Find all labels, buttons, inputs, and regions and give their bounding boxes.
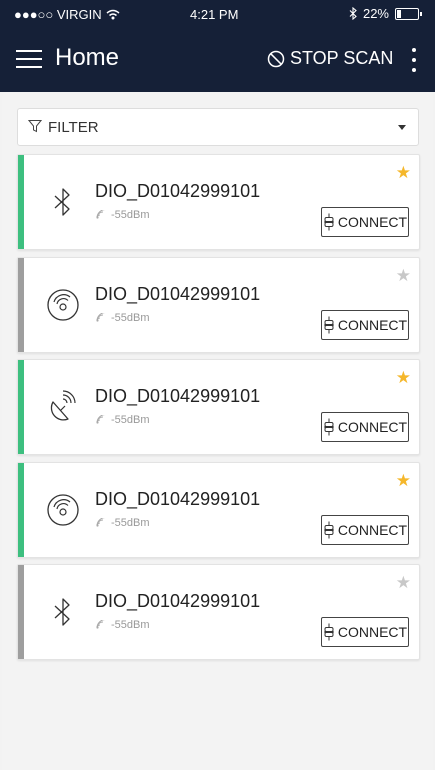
hamburger-icon[interactable] [16, 47, 42, 71]
device-name: DIO_D01042999101 [95, 386, 261, 406]
status-bar: ●●●○○ VIRGIN 4:21 PM 22% [0, 0, 435, 30]
bluetooth-icon [44, 183, 82, 221]
filter-label: FILTER [48, 119, 99, 136]
nav-bar: Home STOP SCAN [0, 36, 435, 86]
connect-button[interactable]: CONNECT [321, 617, 409, 647]
rssi-value: -55dBm [111, 414, 150, 426]
battery-group: 22% [349, 6, 422, 21]
signal-icon [96, 210, 106, 219]
device-card[interactable]: DIO_D01042999101 -55dBm ★ CONNECT [17, 461, 420, 558]
stop-scan-button[interactable]: STOP SCAN [267, 48, 393, 69]
rssi-value: -55dBm [111, 516, 150, 529]
connectable-indicator [18, 565, 24, 659]
device-card[interactable]: DIO_D01042999101 -55dBm ★ CONNECT [17, 564, 420, 660]
device-list-panel: FILTER DIO_D01042999101 -55dBm ★ CONNECT… [2, 92, 433, 770]
rssi-value: -55dBm [111, 619, 150, 631]
chevron-down-icon [398, 125, 406, 130]
block-icon [267, 50, 285, 67]
radio-disc-icon [44, 286, 82, 324]
connectable-indicator [18, 257, 24, 352]
device-name: DIO_D01042999101 [95, 591, 261, 611]
device-name: DIO_D01042999101 [95, 181, 261, 201]
filter-dropdown[interactable]: FILTER [17, 108, 419, 146]
signal-icon [96, 517, 106, 527]
device-card[interactable]: DIO_D01042999101 -55dBm ★ CONNECT [17, 256, 420, 353]
device-card[interactable]: DIO_D01042999101 -55dBm ★ CONNECT [17, 154, 420, 250]
star-icon[interactable]: ★ [396, 164, 411, 181]
star-icon[interactable]: ★ [396, 369, 411, 386]
app-header: ●●●○○ VIRGIN 4:21 PM 22% Home STOP SCAN [0, 0, 435, 92]
rssi-value: -55dBm [111, 209, 150, 221]
connect-button[interactable]: CONNECT [321, 207, 409, 237]
connect-icon [323, 623, 334, 641]
star-icon[interactable]: ★ [396, 574, 411, 591]
device-card[interactable]: DIO_D01042999101 -55dBm ★ CONNECT [17, 359, 420, 455]
battery-icon [395, 7, 422, 20]
connect-icon [323, 213, 334, 231]
radio-disc-icon [44, 491, 82, 529]
connectable-indicator [18, 155, 24, 249]
connect-button[interactable]: CONNECT [321, 309, 409, 340]
rssi-group: -55dBm [95, 312, 150, 324]
stop-scan-label: STOP SCAN [290, 48, 394, 68]
battery-fill [397, 9, 402, 18]
connect-icon [323, 418, 334, 436]
device-name: DIO_D01042999101 [95, 488, 261, 509]
connect-label: CONNECT [337, 624, 408, 640]
rssi-group: -55dBm [95, 517, 150, 529]
page-title: Home [55, 44, 120, 71]
signal-icon [96, 415, 106, 424]
kebab-icon[interactable] [409, 46, 419, 74]
connect-label: CONNECT [337, 316, 408, 333]
rssi-group: -55dBm [95, 209, 150, 221]
wifi-icon [106, 9, 120, 20]
rssi-group: -55dBm [95, 619, 150, 631]
connectable-indicator [18, 360, 24, 454]
signal-icon [96, 312, 106, 322]
bluetooth-status-icon [349, 7, 357, 20]
rssi-value: -55dBm [111, 311, 150, 324]
connect-label: CONNECT [337, 521, 408, 538]
carrier-label: ●●●○○ VIRGIN [14, 7, 102, 22]
connect-icon [323, 316, 334, 333]
satellite-dish-icon [44, 388, 82, 426]
clock: 4:21 PM [190, 7, 239, 22]
signal-icon [96, 620, 106, 629]
connectable-indicator [18, 462, 24, 557]
rssi-group: -55dBm [95, 414, 150, 426]
connect-icon [323, 521, 334, 538]
battery-percent: 22% [362, 6, 389, 21]
connect-label: CONNECT [337, 419, 408, 435]
filter-icon [28, 120, 42, 133]
connect-button[interactable]: CONNECT [321, 412, 409, 442]
device-name: DIO_D01042999101 [95, 283, 261, 304]
star-icon[interactable]: ★ [396, 472, 411, 489]
connect-button[interactable]: CONNECT [321, 514, 409, 545]
carrier-group: ●●●○○ VIRGIN [14, 7, 120, 22]
connect-label: CONNECT [337, 214, 408, 230]
bluetooth-icon [44, 593, 82, 631]
star-icon[interactable]: ★ [396, 267, 411, 284]
